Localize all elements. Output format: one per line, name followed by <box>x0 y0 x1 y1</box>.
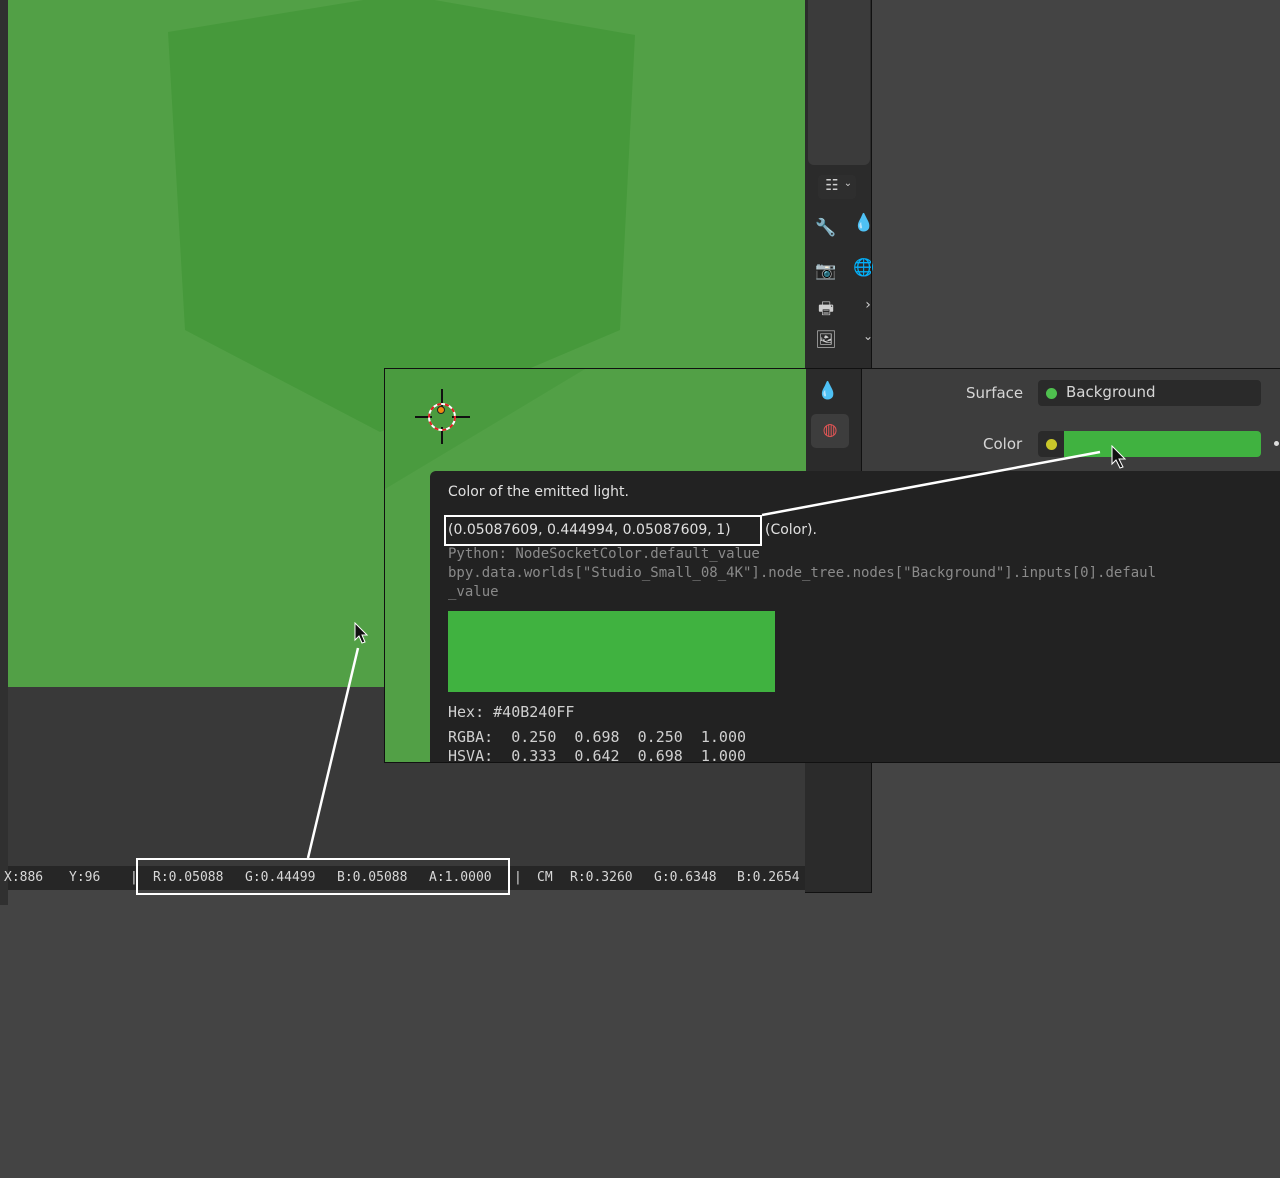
annotation-lines <box>306 450 1101 859</box>
